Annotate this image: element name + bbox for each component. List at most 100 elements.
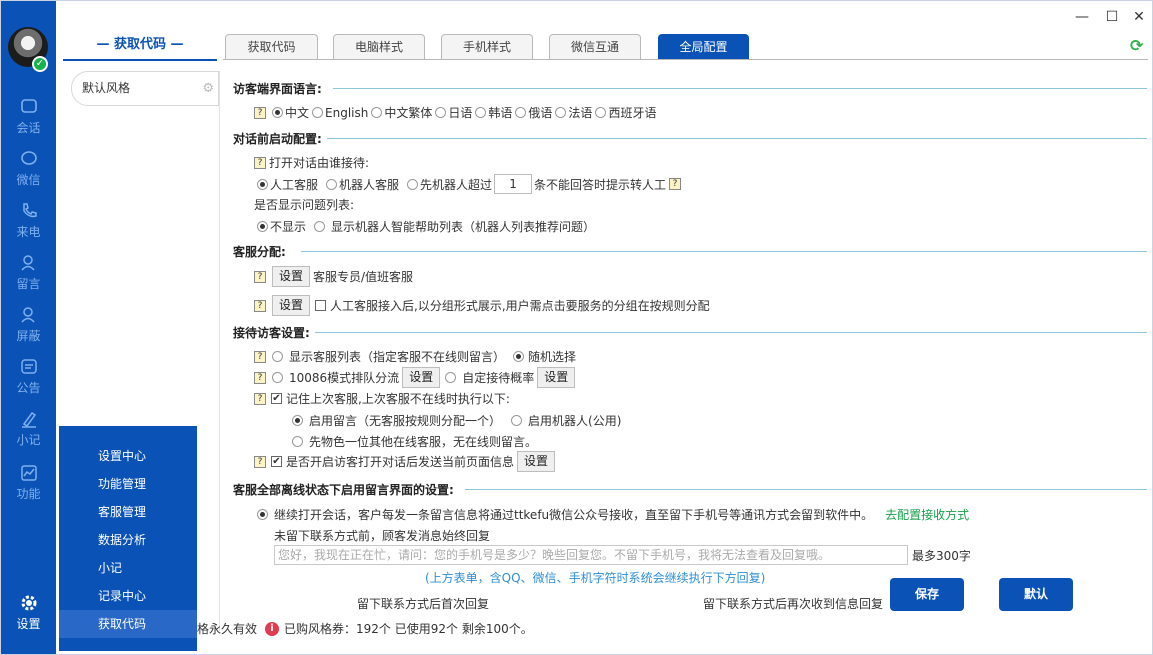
rail-label: 公告 — [16, 381, 41, 395]
rail-item-features[interactable]: 功能 — [1, 463, 56, 509]
rail-item-notice[interactable]: 公告 — [1, 357, 56, 403]
option-label: 韩语 — [488, 106, 513, 120]
radio-lang-tw[interactable] — [371, 107, 383, 118]
radio-show-staff-list[interactable] — [272, 351, 283, 362]
block-user-icon — [20, 307, 35, 323]
default-button[interactable]: 默认 — [999, 578, 1073, 611]
radio-find-other[interactable] — [292, 436, 303, 447]
option-label: 中文繁体 — [384, 106, 433, 120]
group-display-checkbox[interactable] — [315, 300, 327, 311]
radio-lang-fr[interactable] — [555, 107, 567, 118]
radio-human[interactable] — [257, 178, 268, 190]
lang-options: ? 中文 English 中文繁体 日语 韩语 俄语 法语 西班牙语 — [254, 104, 656, 121]
maximize-button[interactable]: ☐ — [1102, 8, 1122, 26]
help-icon[interactable]: ? — [254, 371, 266, 384]
radio-enable-msg[interactable] — [292, 415, 303, 426]
menu-item-features[interactable]: 功能管理 — [59, 470, 197, 498]
configure-receive-link[interactable]: 去配置接收方式 — [885, 506, 969, 523]
queue-setting-button[interactable]: 设置 — [402, 367, 441, 388]
rail-item-settings[interactable]: 设置 — [1, 593, 56, 639]
auto-reply-input[interactable]: 您好，我现在正在忙，请问：您的手机号是多少？晚些回复您。不留下手机号，我将无法查… — [274, 545, 908, 565]
assign-group-setting-button[interactable]: 设置 — [272, 295, 311, 316]
refresh-icon[interactable]: ⟳ — [1130, 37, 1148, 55]
rail-item-block[interactable]: 屏蔽 — [1, 305, 56, 351]
save-button[interactable]: 保存 — [890, 578, 964, 611]
gear-icon — [21, 595, 36, 611]
tab-pc-style[interactable]: 电脑样式 — [333, 34, 425, 59]
tab-mobile-style[interactable]: 手机样式 — [441, 34, 533, 59]
rail-item-wechat[interactable]: 微信 — [1, 149, 56, 195]
help-icon[interactable]: ? — [254, 156, 266, 169]
footer-status: 格永久有效 i 已购风格券：192个 已使用92个 剩余100个。 — [197, 620, 533, 637]
radio-lang-zh[interactable] — [272, 107, 283, 118]
rail-item-call[interactable]: 来电 — [1, 201, 56, 247]
help-icon[interactable]: ? — [254, 106, 266, 119]
left-nav-rail: ✓ 会话 微信 来电 留言 屏蔽 公告 小记 功能 设置 — [1, 1, 56, 654]
threshold-input[interactable]: 1 — [494, 174, 533, 194]
chart-icon — [20, 465, 37, 481]
send-page-setting-button[interactable]: 设置 — [517, 451, 556, 472]
close-button[interactable]: ✕ — [1129, 8, 1149, 26]
menu-item-records[interactable]: 记录中心 — [59, 582, 197, 610]
radio-continue-session[interactable] — [257, 509, 268, 520]
help-icon[interactable]: ? — [254, 455, 266, 468]
menu-item-settings-center[interactable]: 设置中心 — [59, 442, 197, 470]
help-icon[interactable]: ? — [254, 299, 266, 312]
radio-robot[interactable] — [326, 178, 338, 190]
assign-section-title: 客服分配: — [233, 245, 286, 259]
reception-row-5: 先物色一位其他在线客服，无在线则留言。 — [289, 433, 537, 450]
option-label: 法语 — [568, 106, 593, 120]
radio-lang-es[interactable] — [595, 107, 607, 118]
option-label: English — [325, 105, 369, 120]
wechat-icon — [20, 151, 37, 165]
menu-item-analytics[interactable]: 数据分析 — [59, 526, 197, 554]
radio-lang-ja[interactable] — [435, 107, 447, 118]
option-label: 随机选择 — [528, 350, 577, 364]
user-message-icon — [20, 255, 35, 271]
validity-text: 格永久有效 — [197, 622, 258, 636]
tab-wechat[interactable]: 微信互通 — [549, 34, 641, 59]
radio-robot-first[interactable] — [407, 178, 419, 190]
radio-custom-prob[interactable] — [445, 372, 457, 383]
option-label: 启用留言（无客服按规则分配一个） — [309, 414, 502, 428]
radio-random[interactable] — [513, 351, 525, 362]
radio-lang-ko[interactable] — [475, 107, 487, 118]
radio-enable-robot[interactable] — [511, 415, 523, 426]
send-page-checkbox[interactable]: ✔ — [271, 456, 282, 467]
gear-icon[interactable]: ⚙ — [202, 72, 214, 105]
menu-item-staff[interactable]: 客服管理 — [59, 498, 197, 526]
rail-item-notes[interactable]: 小记 — [1, 409, 56, 455]
prob-setting-button[interactable]: 设置 — [537, 367, 576, 388]
rail-label: 留言 — [16, 277, 41, 291]
rail-item-chat[interactable]: 会话 — [1, 97, 56, 143]
prechat-who-options: 人工客服 机器人客服 先机器人超过 1 条不能回答时提示转人工 ? — [254, 174, 684, 194]
option-label: 显示客服列表（指定客服不在线则留言） — [289, 350, 506, 364]
option-label: 启用机器人(公用) — [528, 414, 622, 428]
radio-hide-list[interactable] — [257, 221, 268, 232]
radio-lang-ru[interactable] — [515, 107, 527, 118]
tab-global-config[interactable]: 全局配置 — [658, 34, 749, 59]
option-label: 俄语 — [528, 106, 553, 120]
radio-lang-en[interactable] — [312, 107, 324, 118]
help-icon[interactable]: ? — [669, 178, 682, 190]
minimize-button[interactable]: — — [1072, 8, 1092, 26]
style-item[interactable]: 默认风格 ⚙ — [71, 71, 219, 106]
help-icon[interactable]: ? — [254, 270, 266, 283]
menu-item-notes[interactable]: 小记 — [59, 554, 197, 582]
remember-last-checkbox[interactable]: ✔ — [271, 393, 282, 404]
assign-setting-button[interactable]: 设置 — [272, 266, 311, 287]
rail-label: 功能 — [16, 487, 41, 501]
menu-item-get-code[interactable]: 获取代码 — [59, 610, 197, 638]
reception-row-6: ? ✔ 是否开启访客打开对话后发送当前页面信息 设置 — [254, 451, 558, 472]
form-tip: (上方表单，含QQ、微信、手机字符时系统会继续执行下方回复) — [425, 571, 766, 585]
radio-queue[interactable] — [272, 372, 283, 383]
tab-get-code[interactable]: 获取代码 — [225, 34, 318, 59]
assign-row-1: ? 设置 客服专员/值班客服 — [254, 266, 413, 287]
help-icon[interactable]: ? — [254, 350, 266, 363]
option-label: 先机器人超过 — [420, 177, 493, 192]
before-contact-label: 未留下联系方式前，顾客发消息始终回复 — [274, 529, 491, 543]
radio-show-list[interactable] — [314, 221, 326, 232]
rail-item-message[interactable]: 留言 — [1, 253, 56, 299]
help-icon[interactable]: ? — [254, 392, 266, 405]
after-first-label: 留下联系方式后首次回复 — [357, 597, 490, 611]
